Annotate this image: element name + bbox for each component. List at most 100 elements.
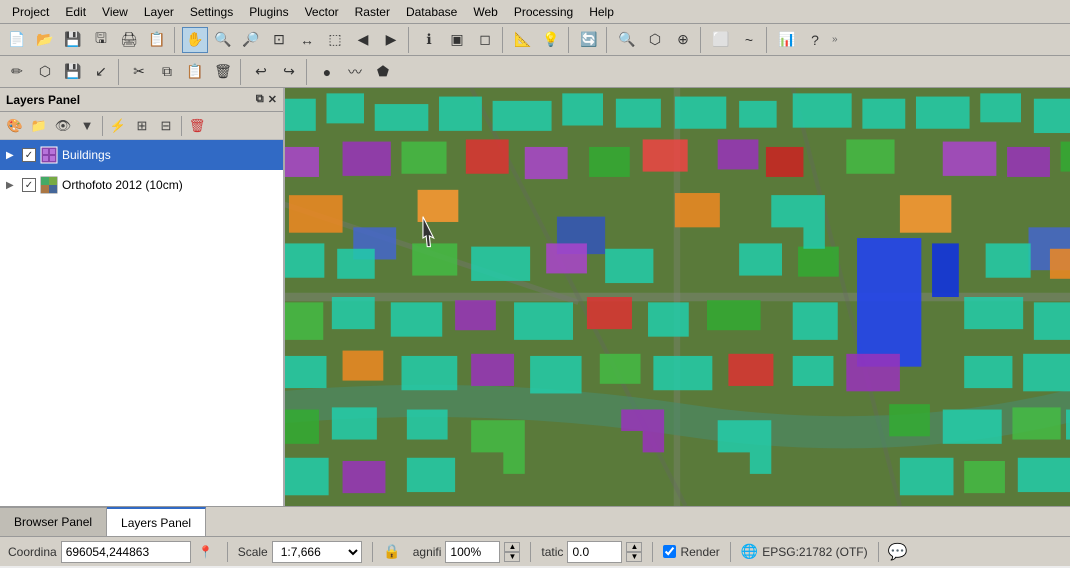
tips-button[interactable]: 💡 — [538, 27, 564, 53]
refresh-button[interactable]: 🔄 — [576, 27, 602, 53]
toolbar-more-button[interactable]: » — [830, 34, 840, 45]
measure-button[interactable]: 📐 — [510, 27, 536, 53]
magnifier-item: agnifi ▲ ▼ — [409, 541, 525, 563]
coordinate-copy-button[interactable]: 📍 — [195, 541, 217, 563]
help-button[interactable]: ? — [802, 27, 828, 53]
magnifier-up-button[interactable]: ▲ — [504, 542, 520, 552]
menu-processing[interactable]: Processing — [506, 3, 581, 21]
panel-title: Layers Panel — [6, 93, 80, 107]
crs-item[interactable]: 🌐 EPSG:21782 (OTF) — [737, 543, 872, 560]
menu-database[interactable]: Database — [398, 3, 465, 21]
layer-expand-orthofoto[interactable]: ▶ — [6, 180, 18, 191]
map-view[interactable] — [285, 88, 1070, 506]
add-polygon-button[interactable]: ⬟ — [370, 59, 396, 85]
open-project-button[interactable]: 📂 — [32, 27, 58, 53]
separator-e1 — [118, 59, 122, 85]
zoom-prev-button[interactable]: ◀ — [350, 27, 376, 53]
map-canvas[interactable] — [285, 88, 1070, 506]
layer-expand-buildings[interactable]: ▶ — [6, 150, 18, 161]
menu-view[interactable]: View — [94, 3, 136, 21]
add-layer-button[interactable]: 🎨 — [4, 115, 26, 137]
select-rect-button[interactable]: ⬜ — [708, 27, 734, 53]
lock-scale-button[interactable]: 🔒 — [379, 539, 405, 565]
separator-6 — [700, 27, 704, 53]
layer-visibility-orthofoto[interactable]: ✓ — [22, 178, 36, 192]
menu-vector[interactable]: Vector — [297, 3, 347, 21]
toolbar-main: 📄 📂 💾 🖫 🖨 📋 ✋ 🔍 🔎 ⊡ ↔ ⬚ ◀ ▶ ℹ ▣ ◻ 📐 💡 🔄 … — [0, 24, 1070, 56]
save-as-button[interactable]: 🖫 — [88, 27, 114, 53]
print-layout-button[interactable]: 🖨 — [116, 27, 142, 53]
layer-item-orthofoto[interactable]: ▶ ✓ Orthofoto 2012 (10cm) — [0, 170, 283, 200]
menu-layer[interactable]: Layer — [136, 3, 182, 21]
magnifier-down-button[interactable]: ▼ — [504, 552, 520, 562]
add-line-button[interactable]: 〰 — [342, 59, 368, 85]
pan-tool-button[interactable]: ✋ — [182, 27, 208, 53]
zoom-out-button[interactable]: 🔎 — [238, 27, 264, 53]
collapse-all-button[interactable]: ⊟ — [155, 115, 177, 137]
zoom-selected-button[interactable]: ⬚ — [322, 27, 348, 53]
print-atlas-button[interactable]: 📋 — [144, 27, 170, 53]
rotation-up-button[interactable]: ▲ — [626, 542, 642, 552]
layer-list: ▶ ✓ Buildings ▶ ✓ — [0, 140, 283, 506]
lt-sep1 — [102, 116, 103, 136]
zoom-layer-button[interactable]: ↔ — [294, 27, 320, 53]
zoom-full-button[interactable]: ⊡ — [266, 27, 292, 53]
layer-item-buildings[interactable]: ▶ ✓ Buildings — [0, 140, 283, 170]
deselect-button[interactable]: ◻ — [472, 27, 498, 53]
remove-layer-button[interactable]: 🗑 — [186, 115, 208, 137]
save-edits-button[interactable]: 💾 — [60, 59, 86, 85]
separator-2 — [408, 27, 412, 53]
layer-visibility-buildings[interactable]: ✓ — [22, 148, 36, 162]
scale-item: Scale 1:7,666 1:5,000 1:10,000 — [234, 541, 366, 563]
redo-button[interactable]: ↪ — [276, 59, 302, 85]
menu-project[interactable]: Project — [4, 3, 57, 21]
status-sep-1 — [227, 542, 228, 562]
undo-button[interactable]: ↩ — [248, 59, 274, 85]
status-sep-4 — [652, 542, 653, 562]
coordinate-input[interactable] — [61, 541, 191, 563]
menu-web[interactable]: Web — [465, 3, 505, 21]
node-tool-button[interactable]: ⬡ — [32, 59, 58, 85]
tab-browser-panel[interactable]: Browser Panel — [0, 507, 107, 536]
save-project-button[interactable]: 💾 — [60, 27, 86, 53]
menu-settings[interactable]: Settings — [182, 3, 241, 21]
rotation-down-button[interactable]: ▼ — [626, 552, 642, 562]
panel-close-icon[interactable]: ✕ — [268, 93, 277, 106]
bottom-tabs: Browser Panel Layers Panel — [0, 506, 1070, 536]
messages-button[interactable]: 💬 — [885, 539, 911, 565]
edit-pencil-button[interactable]: ✏ — [4, 59, 30, 85]
zoom-area2-button[interactable]: ⊕ — [670, 27, 696, 53]
magnifier-input[interactable] — [445, 541, 500, 563]
select-freehand-button[interactable]: ~ — [736, 27, 762, 53]
zoom-next-button[interactable]: ▶ — [378, 27, 404, 53]
expand-all-button[interactable]: ⊞ — [131, 115, 153, 137]
stats-button[interactable]: 📊 — [774, 27, 800, 53]
copy-button[interactable]: ⧉ — [154, 59, 180, 85]
paste-button[interactable]: 📋 — [182, 59, 208, 85]
identify2-button[interactable]: 🔍 — [614, 27, 640, 53]
tab-layers-panel[interactable]: Layers Panel — [107, 507, 206, 536]
manage-themes-button[interactable]: ▼ — [76, 115, 98, 137]
separator-e3 — [306, 59, 310, 85]
rotation-input[interactable] — [567, 541, 622, 563]
add-point-button[interactable]: ● — [314, 59, 340, 85]
magnifier-label: agnifi — [413, 545, 442, 559]
zoom-area-button[interactable]: ⬡ — [642, 27, 668, 53]
menu-plugins[interactable]: Plugins — [241, 3, 296, 21]
panel-float-icon[interactable]: ⧉ — [256, 93, 264, 106]
identify-button[interactable]: ℹ — [416, 27, 442, 53]
delete-button[interactable]: 🗑 — [210, 59, 236, 85]
cut-button[interactable]: ✂ — [126, 59, 152, 85]
filter-layers-button[interactable]: ⚡ — [107, 115, 129, 137]
menu-edit[interactable]: Edit — [57, 3, 94, 21]
scale-select[interactable]: 1:7,666 1:5,000 1:10,000 — [272, 541, 362, 563]
menu-raster[interactable]: Raster — [347, 3, 398, 21]
new-project-button[interactable]: 📄 — [4, 27, 30, 53]
menu-help[interactable]: Help — [581, 3, 622, 21]
rollback-button[interactable]: ↙ — [88, 59, 114, 85]
add-group-button[interactable]: 👁 — [52, 115, 74, 137]
zoom-in-button[interactable]: 🔍 — [210, 27, 236, 53]
open-style-button[interactable]: 📁 — [28, 115, 50, 137]
render-checkbox[interactable] — [663, 545, 676, 558]
select-features-button[interactable]: ▣ — [444, 27, 470, 53]
